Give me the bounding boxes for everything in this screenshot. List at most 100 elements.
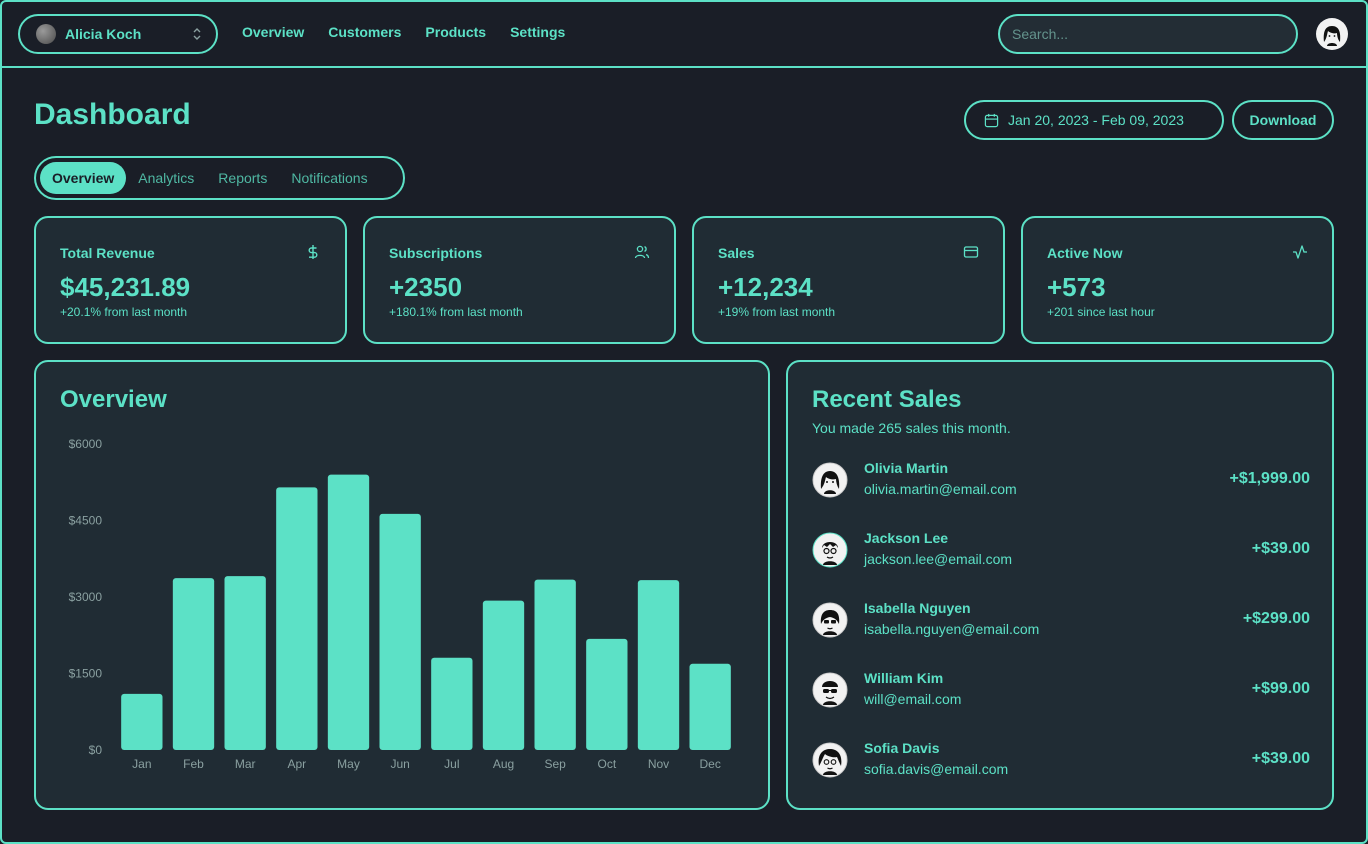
bar-feb[interactable] bbox=[172, 578, 215, 750]
x-tick-label: Oct bbox=[597, 757, 616, 771]
sale-row: William Kim will@email.com +$99.00 bbox=[812, 670, 1310, 714]
stat-card-subscriptions: Subscriptions +2350 +180.1% from last mo… bbox=[363, 216, 676, 344]
bar-may[interactable] bbox=[327, 474, 370, 750]
user-avatar-icon[interactable] bbox=[1316, 18, 1348, 50]
team-switcher[interactable]: Alicia Koch bbox=[18, 14, 218, 54]
y-tick-label: $6000 bbox=[69, 437, 103, 451]
tab-analytics[interactable]: Analytics bbox=[126, 162, 206, 194]
bar-mar[interactable] bbox=[224, 576, 266, 750]
stat-value: +573 bbox=[1047, 272, 1106, 302]
customer-name: William Kim bbox=[864, 670, 944, 686]
stat-label: Subscriptions bbox=[389, 245, 483, 261]
x-tick-label: Sep bbox=[544, 757, 566, 771]
stat-change: +20.1% from last month bbox=[60, 305, 188, 319]
tab-list: Overview Analytics Reports Notifications bbox=[34, 156, 405, 200]
sale-row: Olivia Martin olivia.martin@email.com +$… bbox=[812, 460, 1310, 504]
chevron-up-down-icon bbox=[193, 28, 201, 40]
customer-name: Sofia Davis bbox=[864, 740, 940, 756]
sale-row: Jackson Lee jackson.lee@email.com +$39.0… bbox=[812, 530, 1310, 574]
customer-email: isabella.nguyen@email.com bbox=[864, 621, 1040, 637]
x-tick-label: Mar bbox=[235, 757, 256, 771]
sale-row: Sofia Davis sofia.davis@email.com +$39.0… bbox=[812, 740, 1310, 784]
top-bar: Alicia Koch Overview Customers Products … bbox=[0, 0, 1368, 68]
stat-value: $45,231.89 bbox=[60, 272, 191, 302]
bar-sep[interactable] bbox=[534, 579, 576, 750]
credit-card-icon bbox=[963, 246, 979, 258]
dollar-icon bbox=[308, 245, 318, 259]
tab-overview[interactable]: Overview bbox=[40, 162, 127, 194]
x-tick-label: Dec bbox=[699, 757, 720, 771]
customer-name: Isabella Nguyen bbox=[864, 600, 971, 616]
main-nav: Overview Customers Products Settings bbox=[242, 24, 565, 40]
customer-email: will@email.com bbox=[864, 691, 962, 707]
users-icon bbox=[634, 245, 650, 259]
customer-email: sofia.davis@email.com bbox=[864, 761, 1009, 777]
recent-sales-subtitle: You made 265 sales this month. bbox=[812, 420, 1011, 436]
customer-name: Olivia Martin bbox=[864, 460, 949, 476]
team-avatar bbox=[36, 24, 56, 44]
nav-customers[interactable]: Customers bbox=[328, 24, 401, 40]
sale-amount: +$299.00 bbox=[1242, 610, 1310, 627]
sale-amount: +$39.00 bbox=[1251, 540, 1310, 557]
nav-products[interactable]: Products bbox=[425, 24, 486, 40]
stat-label: Total Revenue bbox=[60, 245, 155, 261]
x-tick-label: Jun bbox=[390, 757, 409, 771]
customer-avatar-icon bbox=[812, 462, 848, 498]
customer-email: jackson.lee@email.com bbox=[864, 551, 1013, 567]
bar-aug[interactable] bbox=[482, 600, 525, 750]
bar-apr[interactable] bbox=[276, 487, 318, 750]
x-tick-label: Jul bbox=[444, 757, 459, 771]
stat-change: +201 since last hour bbox=[1047, 305, 1155, 319]
overview-card: Overview $0 $1500 $3000 $4500 $6000 Jan Feb Mar… bbox=[34, 360, 770, 810]
recent-sales-title: Recent Sales bbox=[812, 386, 962, 413]
customer-avatar-icon bbox=[812, 602, 848, 638]
page-title: Dashboard bbox=[34, 98, 191, 131]
y-tick-label: $4500 bbox=[69, 514, 103, 528]
customer-email: olivia.martin@email.com bbox=[864, 481, 1017, 497]
customer-name: Jackson Lee bbox=[864, 530, 949, 546]
bar-nov[interactable] bbox=[637, 580, 680, 750]
stat-change: +19% from last month bbox=[718, 305, 836, 319]
bar-dec[interactable] bbox=[689, 663, 731, 750]
stat-value: +12,234 bbox=[718, 272, 813, 302]
x-tick-label: May bbox=[337, 757, 360, 771]
y-tick-label: $1500 bbox=[69, 667, 103, 681]
sale-row: Isabella Nguyen isabella.nguyen@email.co… bbox=[812, 600, 1310, 644]
bar-oct[interactable] bbox=[586, 638, 628, 750]
sale-amount: +$1,999.00 bbox=[1229, 470, 1310, 487]
x-tick-label: Feb bbox=[183, 757, 204, 771]
nav-overview[interactable]: Overview bbox=[242, 24, 304, 40]
bar-jun[interactable] bbox=[379, 513, 421, 750]
customer-avatar-icon bbox=[812, 742, 848, 778]
customer-avatar-icon bbox=[812, 532, 848, 568]
sale-amount: +$39.00 bbox=[1251, 750, 1310, 767]
x-tick-label: Apr bbox=[287, 757, 306, 771]
x-tick-label: Nov bbox=[648, 757, 669, 771]
date-range-picker[interactable]: Jan 20, 2023 - Feb 09, 2023 bbox=[964, 100, 1224, 140]
stat-change: +180.1% from last month bbox=[389, 305, 523, 319]
date-range-label: Jan 20, 2023 - Feb 09, 2023 bbox=[1008, 112, 1184, 128]
stat-card-sales: Sales +12,234 +19% from last month bbox=[692, 216, 1005, 344]
x-tick-label: Jan bbox=[132, 757, 151, 771]
team-switcher-label: Alicia Koch bbox=[65, 26, 142, 42]
stat-value: +2350 bbox=[389, 272, 463, 302]
activity-icon bbox=[1293, 245, 1307, 259]
stat-label: Active Now bbox=[1047, 245, 1123, 261]
search-input[interactable] bbox=[998, 14, 1298, 54]
sale-amount: +$99.00 bbox=[1251, 680, 1310, 697]
recent-sales-card: Recent Sales You made 265 sales this mon… bbox=[786, 360, 1334, 810]
nav-settings[interactable]: Settings bbox=[510, 24, 565, 40]
customer-avatar-icon bbox=[812, 672, 848, 708]
tab-notifications[interactable]: Notifications bbox=[279, 162, 379, 194]
stat-label: Sales bbox=[718, 245, 755, 261]
y-tick-label: $3000 bbox=[69, 590, 103, 604]
stat-card-total-revenue: Total Revenue $45,231.89 +20.1% from las… bbox=[34, 216, 347, 344]
tab-reports[interactable]: Reports bbox=[206, 162, 279, 194]
overview-bar-chart: $0 $1500 $3000 $4500 $6000 Jan Feb Mar Apr May Jun… bbox=[69, 437, 731, 771]
x-tick-label: Aug bbox=[493, 757, 514, 771]
calendar-icon bbox=[984, 113, 999, 127]
bar-jan[interactable] bbox=[121, 693, 163, 750]
bar-jul[interactable] bbox=[431, 657, 473, 750]
download-button[interactable]: Download bbox=[1232, 100, 1334, 140]
y-tick-label: $0 bbox=[89, 743, 103, 757]
